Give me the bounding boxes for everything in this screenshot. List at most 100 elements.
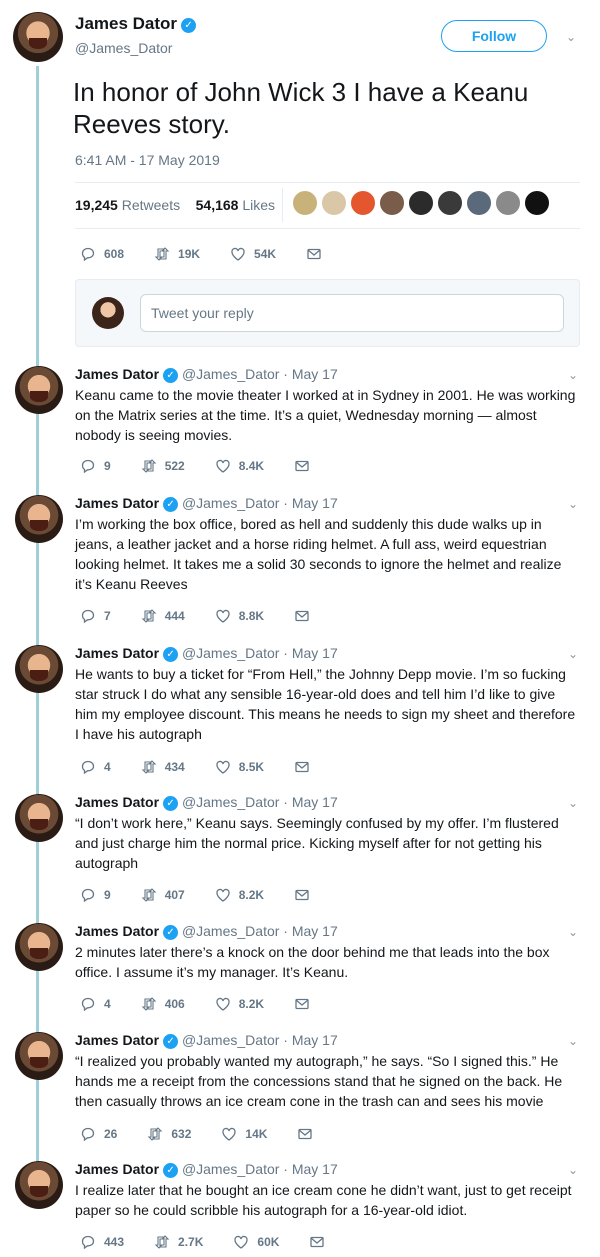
like-button[interactable]: 8.8K <box>215 608 264 624</box>
follow-button[interactable]: Follow <box>441 20 547 52</box>
retweet-button[interactable]: 434 <box>141 759 185 775</box>
reply-meta[interactable]: @James_Dator · May 17 <box>182 1161 338 1177</box>
divider <box>75 182 580 183</box>
avatar[interactable] <box>13 12 63 62</box>
liker-avatar[interactable] <box>495 190 521 216</box>
chevron-down-icon[interactable]: ⌄ <box>566 30 576 44</box>
reply-meta[interactable]: @James_Dator · May 17 <box>182 1032 338 1048</box>
like-button[interactable]: 60K <box>233 1234 279 1250</box>
chevron-down-icon[interactable]: ⌄ <box>568 925 578 939</box>
liker-avatar[interactable] <box>466 190 492 216</box>
direct-message-button[interactable] <box>297 1126 313 1142</box>
avatar[interactable] <box>15 495 63 543</box>
like-button[interactable]: 8.5K <box>215 759 264 775</box>
mail-icon <box>295 761 309 773</box>
like-button[interactable]: 8.2K <box>215 996 264 1012</box>
reply-button[interactable]: 7 <box>80 608 111 624</box>
avatar[interactable] <box>15 366 63 414</box>
reply-button[interactable]: 9 <box>80 458 111 474</box>
chevron-down-icon[interactable]: ⌄ <box>568 1034 578 1048</box>
like-button[interactable]: 8.2K <box>215 887 264 903</box>
retweet-button[interactable]: 407 <box>141 887 185 903</box>
reply-input[interactable]: Tweet your reply <box>140 294 564 332</box>
retweet-button[interactable]: 444 <box>141 608 185 624</box>
chevron-down-icon[interactable]: ⌄ <box>568 796 578 810</box>
verified-icon: ✓ <box>163 925 179 940</box>
retweet-button[interactable]: 19K <box>154 246 200 262</box>
heart-icon <box>222 1127 237 1141</box>
mail-icon <box>295 998 309 1010</box>
reply-button[interactable]: 26 <box>80 1126 117 1142</box>
direct-message-button[interactable] <box>294 458 310 474</box>
tweet-actions: 9 522 8.4K <box>80 458 340 474</box>
retweet-icon <box>141 997 157 1011</box>
direct-message-button[interactable] <box>294 887 310 903</box>
retweet-icon <box>141 760 157 774</box>
liker-avatars <box>292 190 553 216</box>
author-name[interactable]: James Dator <box>75 645 159 661</box>
liker-avatar[interactable] <box>524 190 550 216</box>
reply-header: James Dator ✓ @James_Dator · May 17 <box>75 366 338 383</box>
liker-avatar[interactable] <box>408 190 434 216</box>
mail-icon <box>295 889 309 901</box>
reply-button[interactable]: 443 <box>80 1234 124 1250</box>
like-button[interactable]: 8.4K <box>215 458 264 474</box>
direct-message-button[interactable] <box>294 996 310 1012</box>
chevron-down-icon[interactable]: ⌄ <box>568 647 578 661</box>
direct-message-button[interactable] <box>294 608 310 624</box>
reply-meta[interactable]: @James_Dator · May 17 <box>182 495 338 511</box>
chevron-down-icon[interactable]: ⌄ <box>568 1163 578 1177</box>
author-name[interactable]: James Dator <box>75 1161 159 1177</box>
author-handle[interactable]: @James_Dator <box>75 40 172 56</box>
divider <box>282 188 283 222</box>
avatar[interactable] <box>15 1161 63 1209</box>
retweet-button[interactable]: 522 <box>141 458 185 474</box>
direct-message-button[interactable] <box>294 759 310 775</box>
retweets-stat[interactable]: 19,245 Retweets <box>75 197 180 213</box>
avatar[interactable] <box>15 1032 63 1080</box>
reply-text: I realize later that he bought an ice cr… <box>75 1182 572 1218</box>
retweet-button[interactable]: 2.7K <box>154 1234 203 1250</box>
reply-meta[interactable]: @James_Dator · May 17 <box>182 794 338 810</box>
like-button[interactable]: 54K <box>230 246 276 262</box>
author-name[interactable]: James Dator <box>75 1032 159 1048</box>
main-tweet: James Dator ✓ @James_Dator Follow ⌄ In ho… <box>0 0 600 360</box>
engagement-stats: 19,245 Retweets 54,168 Likes <box>75 197 275 213</box>
liker-avatar[interactable] <box>350 190 376 216</box>
avatar[interactable] <box>15 645 63 693</box>
author-name[interactable]: James Dator ✓ <box>75 14 197 34</box>
reply-button[interactable]: 9 <box>80 887 111 903</box>
mail-icon <box>310 1236 325 1248</box>
author-name[interactable]: James Dator <box>75 923 159 939</box>
chevron-down-icon[interactable]: ⌄ <box>568 368 578 382</box>
direct-message-button[interactable] <box>306 246 322 262</box>
heart-icon <box>216 459 230 473</box>
reply-meta[interactable]: @James_Dator · May 17 <box>182 923 338 939</box>
heart-icon <box>216 888 230 902</box>
author-name[interactable]: James Dator <box>75 366 159 382</box>
reply-button[interactable]: 4 <box>80 996 111 1012</box>
avatar[interactable] <box>15 794 63 842</box>
reply-meta[interactable]: @James_Dator · May 17 <box>182 366 338 382</box>
tweet-actions: 608 19K 54K <box>80 246 352 262</box>
liker-avatar[interactable] <box>379 190 405 216</box>
tweet-timestamp[interactable]: 6:41 AM - 17 May 2019 <box>75 152 220 168</box>
reply-meta[interactable]: @James_Dator · May 17 <box>182 645 338 661</box>
like-button[interactable]: 14K <box>221 1126 267 1142</box>
author-name[interactable]: James Dator <box>75 495 159 511</box>
reply-icon <box>81 247 95 262</box>
direct-message-button[interactable] <box>309 1234 325 1250</box>
likes-stat[interactable]: 54,168 Likes <box>196 197 275 213</box>
chevron-down-icon[interactable]: ⌄ <box>568 497 578 511</box>
liker-avatar[interactable] <box>321 190 347 216</box>
avatar[interactable] <box>15 923 63 971</box>
liker-avatar[interactable] <box>437 190 463 216</box>
retweet-button[interactable]: 406 <box>141 996 185 1012</box>
reply-button[interactable]: 608 <box>80 246 124 262</box>
mail-icon <box>298 1128 313 1140</box>
reply-button[interactable]: 4 <box>80 759 111 775</box>
liker-avatar[interactable] <box>292 190 318 216</box>
author-name[interactable]: James Dator <box>75 794 159 810</box>
retweet-button[interactable]: 632 <box>147 1126 191 1142</box>
verified-icon: ✓ <box>163 796 179 811</box>
